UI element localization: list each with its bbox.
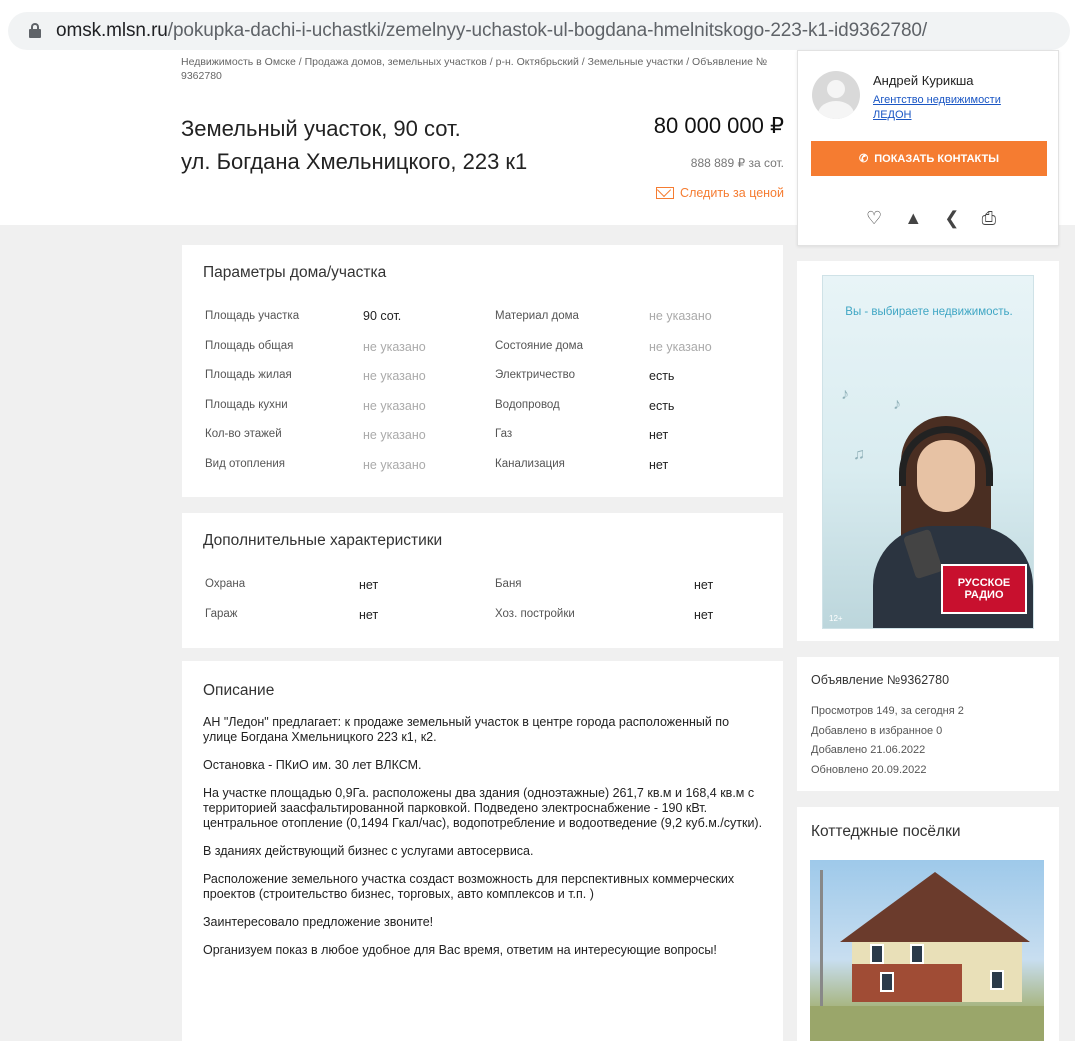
breadcrumb[interactable]: Недвижимость в Омске / Продажа домов, зе… xyxy=(181,55,771,83)
extra-label: Гараж xyxy=(205,608,238,620)
param-value: не указано xyxy=(649,309,712,323)
extra-card: Дополнительные характеристики Охрана нет… xyxy=(182,513,783,648)
title-line-1: Земельный участок, 90 сот. xyxy=(181,116,461,141)
page-title: Земельный участок, 90 сот. ул. Богдана Х… xyxy=(181,112,527,178)
avatar xyxy=(812,71,860,119)
extra-value: нет xyxy=(694,608,714,622)
param-label: Материал дома xyxy=(495,310,579,322)
url-domain: omsk.mlsn.ru xyxy=(56,20,168,41)
param-value: не указано xyxy=(649,340,712,354)
extra-value: нет xyxy=(359,578,379,592)
cottages-card: Коттеджные посёлки xyxy=(797,807,1059,1041)
param-value: не указано xyxy=(363,458,426,472)
param-value: не указано xyxy=(363,428,426,442)
warning-icon[interactable]: ▲ xyxy=(904,208,922,229)
heart-icon[interactable]: ♡ xyxy=(866,208,882,229)
envelope-icon xyxy=(656,187,675,199)
description-card: Описание АН "Ледон" предлагает: к продаж… xyxy=(182,661,783,1041)
param-label: Площадь жилая xyxy=(205,369,292,381)
param-value: 90 сот. xyxy=(363,309,402,323)
print-icon[interactable]: ⎙ xyxy=(982,208,996,229)
music-note-icon: ♪ xyxy=(841,386,849,403)
param-value: не указано xyxy=(363,369,426,383)
description-paragraph: Организуем показ в любое удобное для Вас… xyxy=(203,943,717,957)
ad-text: Вы - выбираете недвижимость. xyxy=(845,306,1013,318)
listing-stats: Просмотров 149, за сегодня 2 Добавлено в… xyxy=(811,702,964,780)
price: 80 000 000 ₽ xyxy=(653,113,784,138)
lock-icon xyxy=(28,23,42,39)
title-line-2: ул. Богдана Хмельницкого, 223 к1 xyxy=(181,149,528,174)
show-contacts-label: ПОКАЗАТЬ КОНТАКТЫ xyxy=(874,152,999,165)
param-label: Площадь участка xyxy=(205,310,300,322)
param-label: Канализация xyxy=(495,458,565,470)
param-value: есть xyxy=(649,399,675,413)
address-bar[interactable]: omsk.mlsn.ru/pokupka-dachi-i-uchastki/ze… xyxy=(8,12,1070,50)
description-text: АН "Ледон" предлагает: к продаже земельн… xyxy=(203,715,763,971)
description-title: Описание xyxy=(203,682,275,699)
extra-label: Баня xyxy=(495,578,522,590)
url-text[interactable]: omsk.mlsn.ru/pokupka-dachi-i-uchastki/ze… xyxy=(56,20,927,42)
watch-price-link[interactable]: Следить за ценой xyxy=(640,186,784,200)
ad-card: Вы - выбираете недвижимость. ♪ ♫ ♪ РУССК… xyxy=(797,261,1059,641)
added-date: Добавлено 21.06.2022 xyxy=(811,744,926,756)
extra-title: Дополнительные характеристики xyxy=(203,532,443,549)
music-note-icon: ♪ xyxy=(893,396,901,413)
views-count: Просмотров 149, за сегодня 2 xyxy=(811,705,964,717)
price-per-unit: 888 889 ₽ за сот. xyxy=(690,156,784,170)
phone-icon: ✆ xyxy=(859,153,869,165)
param-label: Состояние дома xyxy=(495,340,583,352)
param-label: Площадь кухни xyxy=(205,399,288,411)
updated-date: Обновлено 20.09.2022 xyxy=(811,763,927,776)
age-rating: 12+ xyxy=(829,614,843,623)
param-label: Площадь общая xyxy=(205,340,294,352)
param-value: нет xyxy=(649,458,669,472)
description-paragraph: Остановка - ПКиО им. 30 лет ВЛКСМ. xyxy=(203,758,422,772)
description-paragraph: Расположение земельного участка создаст … xyxy=(203,872,735,901)
param-label: Газ xyxy=(495,428,513,440)
share-icon[interactable]: ❮ xyxy=(944,208,959,229)
action-icons: ♡ ▲ ❮ ⎙ xyxy=(866,207,996,229)
param-label: Вид отопления xyxy=(205,458,286,470)
cottages-title: Коттеджные посёлки xyxy=(811,823,961,840)
description-paragraph: АН "Ледон" предлагает: к продаже земельн… xyxy=(203,715,730,744)
agent-name: Андрей Курикша xyxy=(873,73,974,88)
listing-number: Объявление №9362780 xyxy=(811,673,950,687)
param-value: есть xyxy=(649,369,675,383)
url-path: /pokupka-dachi-i-uchastki/zemelnyy-uchas… xyxy=(167,20,928,41)
show-contacts-button[interactable]: ✆ ПОКАЗАТЬ КОНТАКТЫ xyxy=(811,141,1047,176)
cottage-image[interactable] xyxy=(810,860,1044,1041)
description-paragraph: В зданиях действующий бизнес с услугами … xyxy=(203,844,534,858)
extra-value: нет xyxy=(359,608,379,622)
description-paragraph: Заинтересовало предложение звоните! xyxy=(203,915,434,929)
watch-price-label: Следить за ценой xyxy=(680,186,784,200)
param-label: Кол-во этажей xyxy=(205,428,282,440)
listing-info-card: Объявление №9362780 Просмотров 149, за с… xyxy=(797,657,1059,791)
extra-label: Охрана xyxy=(205,578,246,590)
param-value: нет xyxy=(649,428,669,442)
favorites-count: Добавлено в избранное 0 xyxy=(811,724,943,737)
agency-link[interactable]: Агентство недвижимости ЛЕДОН xyxy=(873,93,1033,123)
params-title: Параметры дома/участка xyxy=(203,264,387,281)
param-label: Водопровод xyxy=(495,399,560,411)
description-paragraph: На участке площадью 0,9Га. расположены д… xyxy=(203,786,763,830)
radio-logo: РУССКОЕ РАДИО xyxy=(941,564,1027,614)
extra-value: нет xyxy=(694,578,714,592)
ad-banner[interactable]: Вы - выбираете недвижимость. ♪ ♫ ♪ РУССК… xyxy=(822,275,1034,629)
param-value: не указано xyxy=(363,340,426,354)
params-card: Параметры дома/участка Площадь участка 9… xyxy=(182,245,783,497)
param-value: не указано xyxy=(363,399,426,413)
contact-card: Андрей Курикша Агентство недвижимости ЛЕ… xyxy=(797,50,1059,246)
param-label: Электричество xyxy=(495,369,576,381)
extra-label: Хоз. постройки xyxy=(495,608,575,620)
